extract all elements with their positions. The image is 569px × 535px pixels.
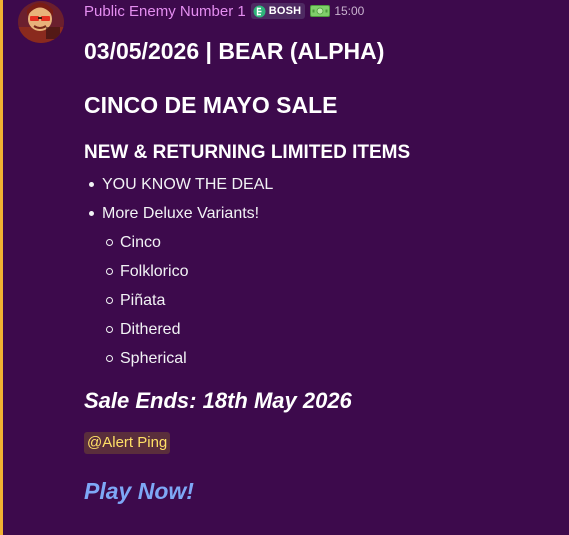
author-tag[interactable]: BOSH (250, 3, 306, 19)
author-name[interactable]: Public Enemy Number 1 (84, 3, 246, 20)
bullet-list: YOU KNOW THE DEAL More Deluxe Variants! … (84, 170, 559, 373)
bosh-tag-icon (253, 5, 266, 17)
message-content: Public Enemy Number 1 BOSH 15:00 03/05/2… (84, 0, 559, 505)
variant-item: Cinco (106, 228, 559, 257)
heading-sale: CINCO DE MAYO SALE (84, 92, 338, 118)
heading-date: 03/05/2026 | BEAR (ALPHA) (84, 38, 385, 64)
list-item: YOU KNOW THE DEAL (89, 170, 559, 199)
variant-list: Cinco Folklorico Piñata Dithered Spheric… (102, 228, 559, 373)
variant-item: Folklorico (106, 257, 559, 286)
heading-items: NEW & RETURNING LIMITED ITEMS (84, 142, 411, 163)
list-item-label: More Deluxe Variants! (102, 205, 260, 222)
variant-item: Spherical (106, 344, 559, 373)
tag-label: BOSH (268, 5, 302, 17)
variant-item: Piñata (106, 286, 559, 315)
sale-ends-heading: Sale Ends: 18th May 2026 (84, 388, 352, 413)
chat-message: Public Enemy Number 1 BOSH 15:00 03/05/2… (0, 0, 569, 535)
variant-item: Dithered (106, 315, 559, 344)
money-bill-icon (310, 5, 331, 17)
avatar-image (18, 1, 64, 43)
list-item-variants: More Deluxe Variants! Cinco Folklorico P… (89, 199, 559, 373)
message-header: Public Enemy Number 1 BOSH 15:00 (84, 0, 559, 22)
role-mention[interactable]: @Alert Ping (84, 432, 171, 454)
play-now-link[interactable]: Play Now! (84, 477, 559, 505)
avatar[interactable] (18, 1, 64, 43)
message-timestamp: 15:00 (334, 4, 365, 18)
